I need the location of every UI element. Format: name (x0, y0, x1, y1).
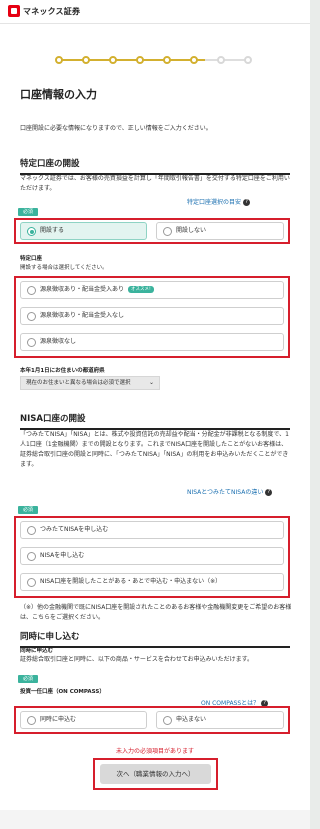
progress-step-6 (190, 56, 198, 64)
radio-open-tokutei[interactable]: 開設する (20, 222, 147, 240)
header: マネックス証券 (0, 0, 310, 24)
tokutei-help-link-label: 特定口座選択の目安 (187, 199, 242, 206)
chevron-down-icon: ⌄ (148, 379, 154, 386)
brand-logo[interactable]: マネックス証券 (8, 5, 80, 17)
radio-selected-icon (27, 227, 36, 236)
radio-no-tokutei[interactable]: 開設しない (156, 222, 284, 240)
option-label: 開設する (40, 227, 65, 234)
question-icon: ? (243, 199, 251, 206)
progress-step-8 (244, 56, 252, 64)
radio-tsumitate-nisa[interactable]: つみたてNISAを申し込む (20, 521, 284, 539)
nisa-description: 「つみたてNISA」「NISA」とは、株式や投資信託の売却益や配当・分配金が非課… (20, 431, 289, 468)
required-badge: 必須 (18, 506, 38, 514)
radio-icon (163, 716, 172, 725)
progress-step-5 (163, 56, 171, 64)
option-label: NISA口座を開設したことがある・あとで申込む・申込まない（※） (40, 578, 222, 585)
page: マネックス証券 口座情報の入力 口座開設に必要な情報になりますので、正しい情報を… (0, 0, 310, 829)
progress-steps (55, 56, 255, 64)
progress-step-3 (109, 56, 117, 64)
radio-apply-oncompass[interactable]: 同時に申込む (20, 711, 147, 729)
tokutei-sub-label: 特定口座 (20, 256, 43, 262)
tokutei-heading: 特定口座の開設 (20, 157, 290, 175)
intro-text: 口座開設に必要な情報になりますので、正しい情報をご入力ください。 (20, 125, 212, 132)
tokutei-help-link[interactable]: 特定口座選択の目安? (187, 197, 251, 206)
radio-withholding-no-dividend[interactable]: 源泉徴収あり・配当金受入なし (20, 307, 284, 325)
option-label: 源泉徴収あり・配当金受入あり (40, 286, 125, 293)
nisa-help-link[interactable]: NISAとつみたてNISAの違い? (187, 487, 273, 496)
residence-select[interactable]: 現在のお住まいと異なる場合は必須で選択 ⌄ (20, 376, 160, 390)
radio-icon (27, 578, 36, 587)
question-icon: ? (265, 489, 273, 496)
nisa-heading: NISA口座の開設 (20, 412, 290, 430)
option-label: 開設しない (176, 227, 207, 234)
option-label: 源泉徴収なし (40, 338, 77, 345)
radio-no-oncompass[interactable]: 申込まない (156, 711, 284, 729)
radio-nisa[interactable]: NISAを申し込む (20, 547, 284, 565)
radio-icon (27, 716, 36, 725)
simultaneous-heading: 同時に申し込む (20, 630, 290, 648)
simultaneous-sub-heading: 同時に申込む (20, 648, 54, 654)
radio-icon (27, 312, 36, 321)
error-highlight: 次へ（職業情報の入力へ） (93, 758, 218, 790)
option-label: 源泉徴収あり・配当金受入なし (40, 312, 125, 319)
nisa-help-link-label: NISAとつみたてNISAの違い (187, 489, 264, 496)
simultaneous-description: 証券総合取引口座と同時に、以下の商品・サービスを合わせてお申込みいただけます。 (20, 656, 254, 663)
progress-step-1 (55, 56, 63, 64)
required-badge: 必須 (18, 675, 38, 683)
option-label: 申込まない (176, 716, 207, 723)
oncompass-label: 投資一任口座（ON COMPASS） (20, 689, 105, 695)
next-button[interactable]: 次へ（職業情報の入力へ） (100, 764, 211, 784)
tokutei-sub-note: 開設する場合は選択してください。 (20, 265, 108, 271)
residence-select-value: 現在のお住まいと異なる場合は必須で選択 (26, 380, 131, 386)
option-label: NISAを申し込む (40, 552, 85, 559)
page-title: 口座情報の入力 (20, 88, 97, 101)
error-message: 未入力の必須項目があります (115, 748, 194, 755)
radio-icon (163, 227, 172, 236)
logo-mark-icon (8, 5, 20, 17)
footer (0, 810, 310, 829)
radio-icon (27, 286, 36, 295)
radio-icon (27, 338, 36, 347)
radio-icon (27, 526, 36, 535)
recommend-badge: オススメ! (128, 286, 154, 293)
progress-step-2 (82, 56, 90, 64)
radio-no-withholding[interactable]: 源泉徴収なし (20, 333, 284, 351)
progress-step-7 (217, 56, 225, 64)
radio-withholding-dividend[interactable]: 源泉徴収あり・配当金受入あり オススメ! (20, 281, 284, 299)
radio-nisa-later[interactable]: NISA口座を開設したことがある・あとで申込む・申込まない（※） (20, 573, 284, 591)
radio-icon (27, 552, 36, 561)
brand-name: マネックス証券 (23, 6, 81, 16)
progress-step-4 (136, 56, 144, 64)
nisa-footnote: （※）他の金融機関で既にNISA口座を開設されたことのあるお客様や金融機関変更を… (20, 604, 292, 621)
residence-label: 本年1月1日にお住まいの都道府県 (20, 368, 105, 374)
tokutei-description: マネックス証券では、お客様の売買損益を計算し「年間取引報告書」を交付する特定口座… (20, 175, 290, 192)
option-label: つみたてNISAを申し込む (40, 526, 109, 533)
required-badge: 必須 (18, 208, 38, 216)
option-label: 同時に申込む (40, 716, 77, 723)
